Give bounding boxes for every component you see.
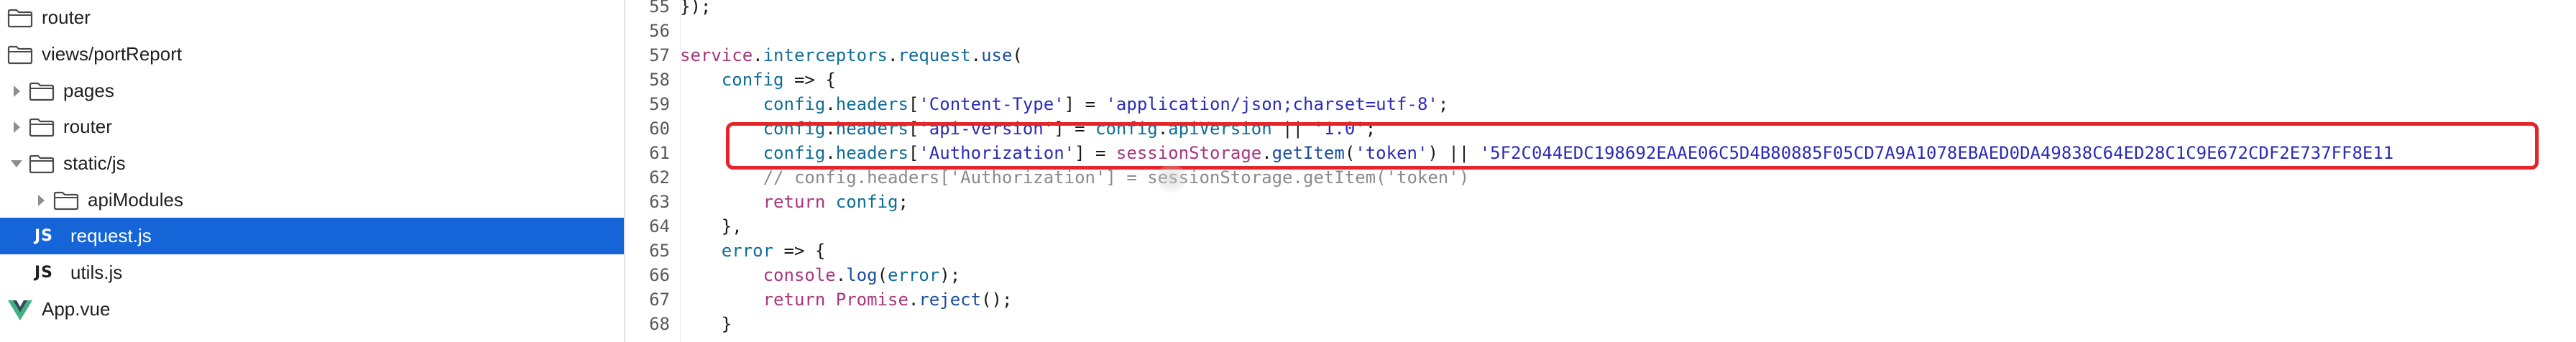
code-line[interactable]: config.headers['Authorization'] = sessio… [680,141,2394,165]
tree-item-label: router [63,116,112,137]
code-line[interactable]: }, [680,214,742,239]
tree-item-label: router [42,6,91,28]
tree-item-pages[interactable]: pages [0,73,624,109]
tree-item-utils-js[interactable]: JS utils.js [0,254,624,291]
folder-icon [53,190,79,211]
tree-item-label: views/portReport [42,43,183,65]
code-editor[interactable]: 55}); 56 57 service.interceptors.request.us… [625,0,2576,342]
file-explorer-sidebar: router views/portReport pages router static/… [0,0,624,342]
code-line[interactable]: return Promise.reject(); [680,287,1013,312]
tree-item-label: static/js [63,152,126,174]
line-number: 66 [649,265,670,285]
code-line[interactable]: console.log(error); [680,263,961,287]
code-line[interactable]: config.headers['Content-Type'] = 'applic… [680,92,1449,116]
tree-item-apimodules[interactable]: apiModules [0,182,624,218]
tree-item-router[interactable]: router [0,0,624,36]
chevron-down-icon[interactable] [10,154,23,173]
code-line[interactable]: config.headers['api-version'] = config.a… [680,116,1376,141]
tree-item-label: request.js [70,225,152,246]
line-number: 55 [649,0,670,17]
vue-file-icon [7,299,33,320]
line-number: 68 [649,314,670,334]
tree-item-router[interactable]: router [0,108,624,145]
line-number: 59 [649,94,670,114]
folder-icon [29,116,55,138]
folder-icon [29,80,55,102]
javascript-file-icon: JS [34,227,54,245]
code-line[interactable]: error => { [680,239,826,263]
tree-item-app-vue[interactable]: App.vue [0,291,624,328]
javascript-file-icon: JS [34,264,54,282]
line-number: 62 [649,167,670,188]
folder-icon [7,44,33,65]
code-line[interactable]: } [680,312,732,336]
chevron-right-icon[interactable] [10,82,23,101]
line-number: 58 [649,70,670,90]
ide-window: router views/portReport pages router static/… [0,0,2576,342]
line-number: 60 [649,119,670,139]
code-line[interactable]: config => { [680,68,836,92]
tree-item-label: utils.js [70,262,123,283]
chevron-right-icon[interactable] [10,118,23,137]
line-number: 63 [649,192,670,212]
folder-icon [7,7,33,29]
tree-item-label: App.vue [42,298,111,320]
chevron-right-icon[interactable] [34,191,47,210]
line-number: 56 [649,21,670,41]
tree-item-static-js[interactable]: static/js [0,145,624,182]
line-number: 64 [649,216,670,236]
folder-icon [29,153,55,175]
tree-item-views-portreport[interactable]: views/portReport [0,36,624,73]
tree-item-label: pages [63,80,114,101]
line-number: 65 [649,241,670,261]
line-number: 61 [649,143,670,163]
code-line[interactable]: // config.headers['Authorization'] = ses… [680,165,1470,190]
tree-item-request-js[interactable]: JS request.js [0,218,624,254]
line-number: 67 [649,290,670,310]
line-number: 57 [649,45,670,65]
code-line[interactable]: }); [680,0,711,19]
tree-item-label: apiModules [88,189,183,211]
code-line[interactable]: return config; [680,190,908,214]
code-line[interactable]: service.interceptors.request.use( [680,43,1023,68]
